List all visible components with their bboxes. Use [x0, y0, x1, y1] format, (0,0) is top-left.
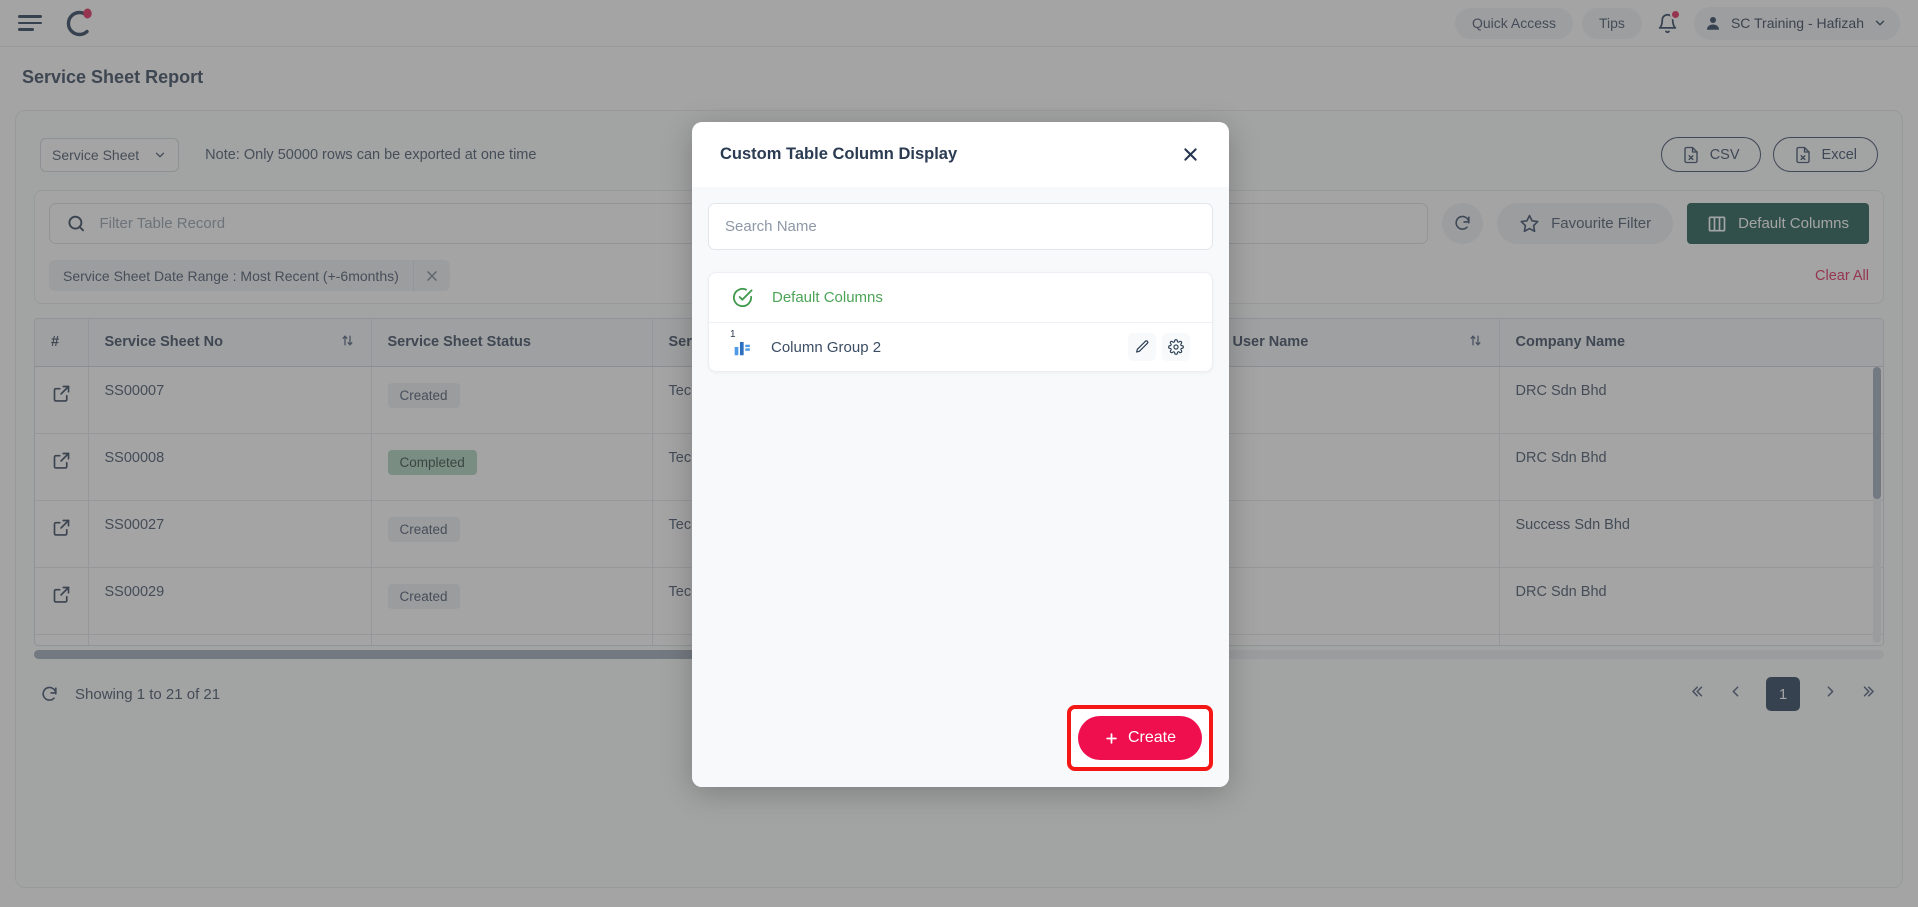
gear-icon[interactable]: [1162, 333, 1190, 361]
column-group-label: Column Group 2: [771, 338, 882, 356]
column-group-list: Default Columns 1 Column Group 2: [708, 272, 1213, 372]
column-group-default-columns[interactable]: Default Columns: [709, 273, 1212, 322]
app-root: Quick Access Tips SC Training - Hafizah: [0, 0, 1918, 907]
modal-header: Custom Table Column Display: [692, 122, 1229, 187]
custom-column-display-modal: Custom Table Column Display Default Colu…: [692, 122, 1229, 787]
close-icon[interactable]: [1175, 140, 1205, 170]
check-circle-icon: [733, 288, 753, 308]
modal-body: Default Columns 1 Column Group 2: [692, 187, 1229, 787]
create-button-label: Create: [1127, 729, 1176, 746]
column-group-label: Default Columns: [772, 289, 883, 306]
pencil-icon[interactable]: [1128, 333, 1156, 361]
create-button-highlight: Create: [1066, 705, 1213, 771]
column-group-actions: [1128, 333, 1190, 361]
plus-icon: [1106, 732, 1117, 744]
bar-chart-icon: 1: [730, 329, 753, 358]
column-group-column-group-2[interactable]: 1 Column Group 2: [709, 322, 1212, 371]
modal-title: Custom Table Column Display: [720, 145, 958, 163]
create-button[interactable]: Create: [1077, 716, 1202, 760]
bar-chart-badge: 1: [730, 329, 736, 340]
modal-footer: Create: [1066, 705, 1213, 771]
modal-search-input[interactable]: [725, 218, 1196, 235]
modal-search-field[interactable]: [708, 203, 1213, 250]
